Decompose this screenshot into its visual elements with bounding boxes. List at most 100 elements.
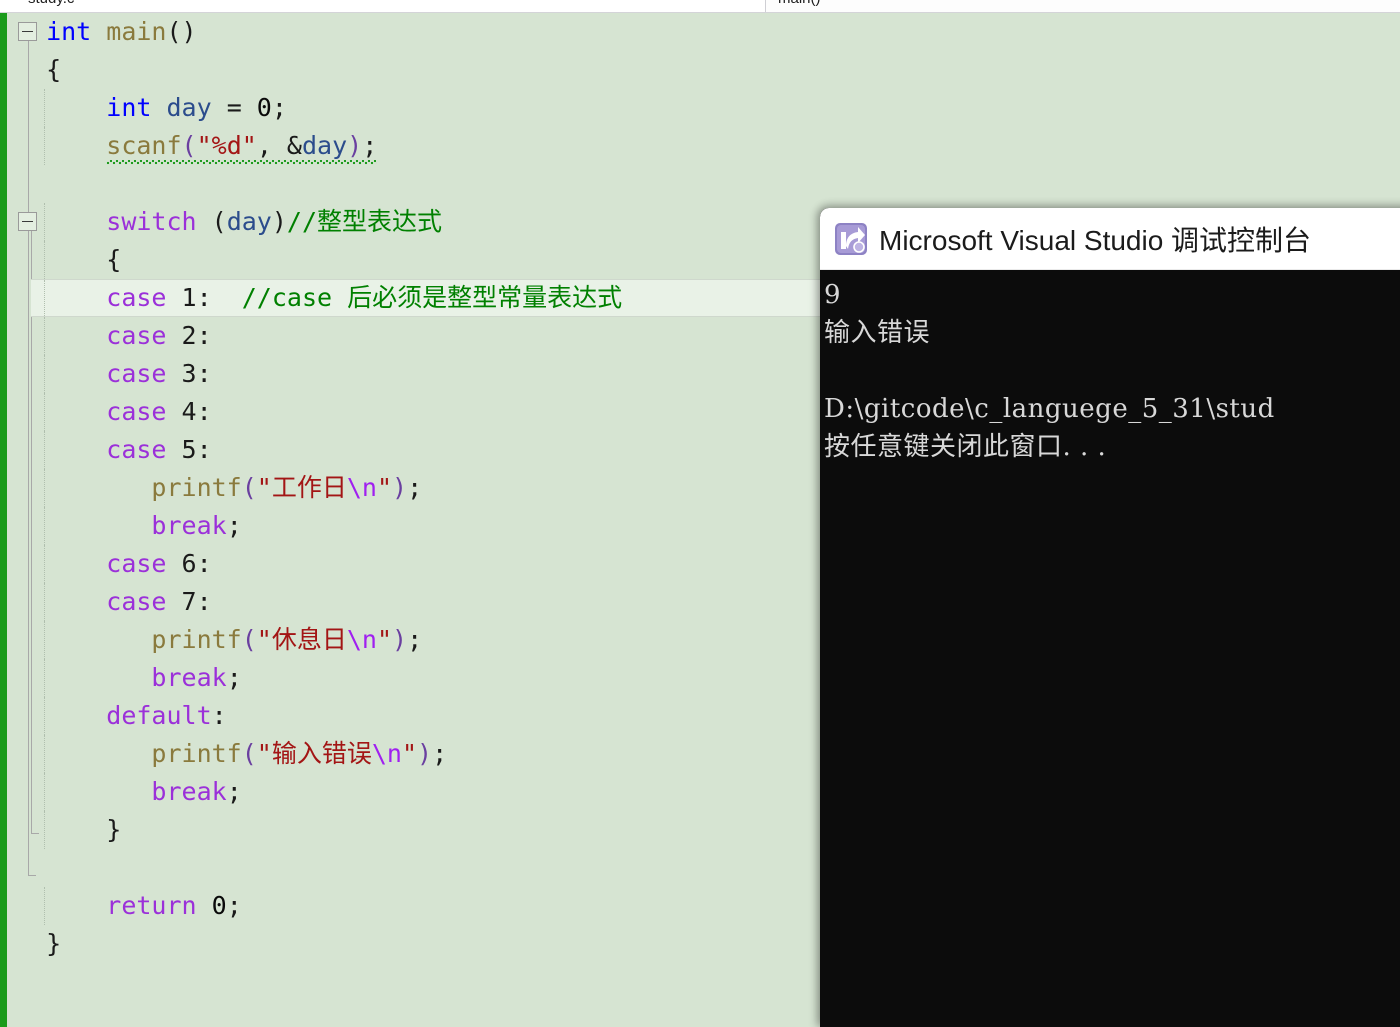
code-token: \n bbox=[371, 739, 402, 768]
code-token: case bbox=[106, 359, 167, 388]
code-line[interactable]: int day = 0; bbox=[31, 89, 1400, 127]
code-token: ; bbox=[407, 473, 423, 502]
code-token: break bbox=[151, 663, 227, 692]
code-token: 5: bbox=[166, 435, 212, 464]
navigation-bar-divider bbox=[765, 0, 766, 12]
code-token: 1: bbox=[166, 283, 242, 312]
code-token: , bbox=[256, 131, 287, 160]
line-content: int day = 0; bbox=[106, 93, 287, 122]
screen-root: study.c main() int main() { int day = 0;… bbox=[0, 0, 1400, 1027]
member-combobox[interactable]: main() bbox=[778, 0, 1078, 12]
console-line: D:\gitcode\c_languege_5_31\stud bbox=[824, 394, 1275, 424]
code-token: int bbox=[46, 17, 92, 46]
code-token: default bbox=[106, 701, 212, 730]
code-token: "%d" bbox=[196, 131, 257, 160]
code-token: () bbox=[166, 17, 197, 46]
code-token: ( bbox=[181, 131, 197, 160]
line-content: switch (day)//整型表达式 bbox=[106, 207, 442, 236]
code-token: int bbox=[106, 93, 152, 122]
line-content: { bbox=[46, 55, 61, 84]
code-token: ; bbox=[226, 511, 242, 540]
code-token: " bbox=[376, 473, 393, 502]
console-titlebar[interactable]: Microsoft Visual Studio 调试控制台 bbox=[820, 208, 1400, 270]
code-line[interactable] bbox=[31, 165, 1400, 203]
code-token: ; bbox=[407, 625, 423, 654]
code-token: ; bbox=[226, 891, 242, 920]
line-content: return 0; bbox=[106, 891, 242, 920]
code-token: ) bbox=[417, 739, 433, 768]
code-token: day bbox=[226, 207, 272, 236]
code-token: //整型表达式 bbox=[286, 207, 443, 236]
line-content: case 7: bbox=[106, 587, 211, 616]
code-token: case bbox=[106, 549, 167, 578]
code-token: & bbox=[286, 131, 302, 160]
vs-debug-console-icon bbox=[835, 222, 867, 255]
code-token: printf bbox=[151, 739, 242, 768]
line-content: case 1: //case 后必须是整型常量表达式 bbox=[106, 283, 622, 312]
scope-combobox[interactable]: study.c bbox=[28, 0, 238, 12]
code-token: printf bbox=[151, 625, 242, 654]
console-line: 按任意键关闭此窗口. . . bbox=[824, 432, 1107, 462]
code-token: break bbox=[151, 511, 227, 540]
code-token: ; bbox=[226, 663, 242, 692]
code-token: "休息日 bbox=[256, 625, 347, 654]
code-line[interactable]: scanf("%d", &day); bbox=[31, 127, 1400, 165]
code-token: ; bbox=[432, 739, 448, 768]
code-token: printf bbox=[151, 473, 242, 502]
code-token: day bbox=[301, 131, 348, 160]
navigation-bar: study.c main() bbox=[0, 0, 1400, 13]
code-token: : bbox=[211, 701, 227, 730]
code-token: case bbox=[106, 283, 167, 312]
change-tracking-bar bbox=[0, 13, 7, 1027]
code-token: { bbox=[106, 245, 122, 274]
code-line[interactable]: int main() bbox=[31, 13, 1400, 51]
line-content: printf("工作日\n"); bbox=[151, 473, 422, 502]
line-content: case 4: bbox=[106, 397, 211, 426]
code-line[interactable]: { bbox=[31, 51, 1400, 89]
code-token: case bbox=[106, 321, 167, 350]
console-line: 输入错误 bbox=[824, 318, 931, 348]
line-content: } bbox=[46, 929, 61, 958]
console-output[interactable]: 9 输入错误 D:\gitcode\c_languege_5_31\stud 按任意… bbox=[820, 270, 1400, 1027]
line-content: { bbox=[106, 245, 121, 274]
code-token: 2: bbox=[166, 321, 212, 350]
outlining-gutter[interactable] bbox=[7, 13, 39, 1027]
code-token: \n bbox=[346, 473, 377, 502]
code-token: main bbox=[106, 17, 167, 46]
line-content: case 2: bbox=[106, 321, 211, 350]
code-token: ( bbox=[196, 207, 227, 236]
code-token: scanf bbox=[106, 131, 182, 160]
code-token: 4: bbox=[166, 397, 212, 426]
code-token: ; bbox=[226, 777, 242, 806]
line-content: case 3: bbox=[106, 359, 211, 388]
code-token: ( bbox=[241, 625, 257, 654]
debug-console-window[interactable]: Microsoft Visual Studio 调试控制台 9 输入错误 D:\g… bbox=[820, 208, 1400, 1027]
code-token: = bbox=[226, 93, 257, 122]
code-token: ) bbox=[392, 473, 408, 502]
line-content: scanf("%d", &day); bbox=[106, 131, 378, 165]
code-token: //case 后必须是整型常量表达式 bbox=[241, 283, 623, 312]
code-token: break bbox=[151, 777, 227, 806]
console-title-text: Microsoft Visual Studio 调试控制台 bbox=[879, 224, 1312, 256]
